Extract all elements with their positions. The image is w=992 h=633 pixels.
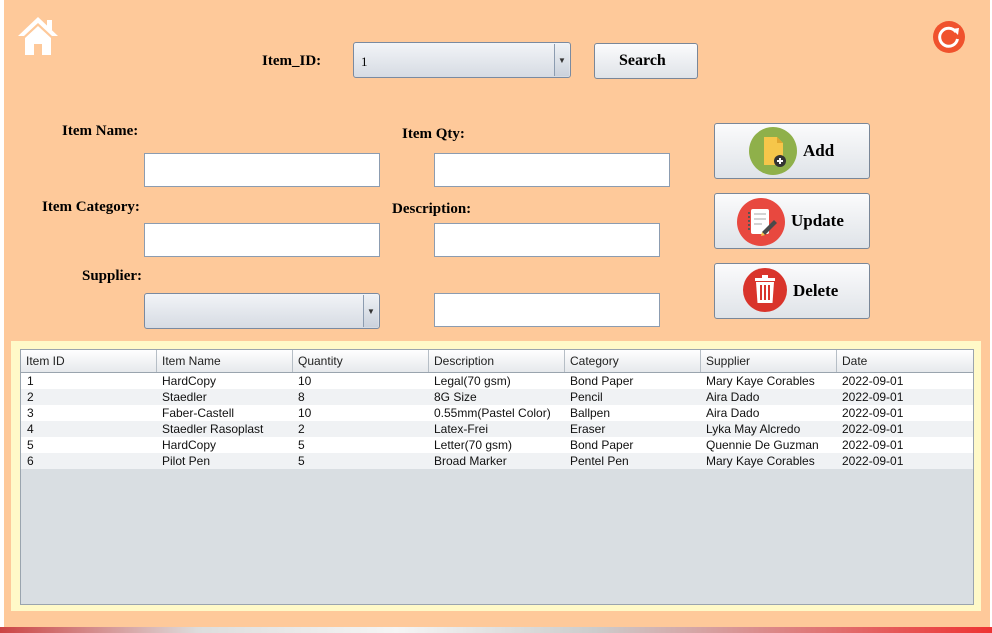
item-qty-field[interactable] — [434, 153, 670, 187]
table-row[interactable]: 2 Staedler 8 8G Size Pencil Aira Dado 20… — [21, 389, 973, 405]
edit-notebook-icon — [737, 198, 785, 246]
cell-item-name: HardCopy — [162, 438, 217, 452]
cell-supplier: Aira Dado — [706, 406, 760, 420]
cell-item-name: Staedler — [162, 390, 207, 404]
cell-quantity: 10 — [298, 374, 312, 388]
cell-description: 8G Size — [434, 390, 477, 404]
cell-item-id: 3 — [27, 406, 34, 420]
cell-item-name: Pilot Pen — [162, 454, 211, 468]
cell-supplier: Mary Kaye Corables — [706, 454, 815, 468]
cell-item-id: 1 — [27, 374, 34, 388]
column-header-supplier[interactable]: Supplier — [701, 350, 837, 372]
table-row[interactable]: 5 HardCopy 5 Letter(70 gsm) Bond Paper Q… — [21, 437, 973, 453]
cell-date: 2022-09-01 — [842, 422, 904, 436]
item-id-label: Item_ID: — [262, 53, 322, 69]
cell-supplier: Mary Kaye Corables — [706, 374, 815, 388]
delete-button[interactable]: Delete — [714, 263, 870, 319]
cell-category: Pencil — [570, 390, 603, 404]
desktop-edge — [0, 627, 992, 633]
cell-date: 2022-09-01 — [842, 454, 904, 468]
cell-item-id: 4 — [27, 422, 34, 436]
cell-category: Eraser — [570, 422, 606, 436]
cell-category: Bond Paper — [570, 374, 634, 388]
delete-button-label: Delete — [793, 281, 839, 300]
item-id-value: 1 — [361, 54, 368, 69]
supplier-label: Supplier: — [82, 268, 143, 284]
update-button-label: Update — [791, 211, 844, 230]
extra-field[interactable] — [434, 293, 660, 327]
table-row[interactable]: 3 Faber-Castell 10 0.55mm(Pastel Color) … — [21, 405, 973, 421]
add-file-icon — [749, 127, 797, 175]
cell-item-name: Staedler Rasoplast — [162, 422, 264, 436]
add-button[interactable]: Add — [714, 123, 870, 179]
trash-icon — [743, 268, 787, 312]
cell-item-name: Faber-Castell — [162, 406, 235, 420]
cell-date: 2022-09-01 — [842, 374, 904, 388]
cell-date: 2022-09-01 — [842, 406, 904, 420]
cell-quantity: 8 — [298, 390, 305, 404]
column-header-date[interactable]: Date — [837, 350, 973, 372]
cell-supplier: Aira Dado — [706, 390, 760, 404]
item-category-label: Item Category: — [42, 199, 140, 215]
cell-category: Ballpen — [570, 406, 611, 420]
search-button-label: Search — [619, 52, 666, 69]
item-id-select[interactable]: 1 ▼ — [353, 42, 571, 78]
column-header-description[interactable]: Description — [429, 350, 565, 372]
cell-description: Legal(70 gsm) — [434, 374, 511, 388]
description-label: Description: — [392, 201, 472, 217]
table-row[interactable]: 1 HardCopy 10 Legal(70 gsm) Bond Paper M… — [21, 373, 973, 389]
item-category-field[interactable] — [144, 223, 380, 257]
chevron-down-icon[interactable]: ▼ — [554, 44, 569, 76]
supplier-select[interactable]: ▼ — [144, 293, 380, 329]
cell-item-id: 2 — [27, 390, 34, 404]
column-header-item-name[interactable]: Item Name — [157, 350, 293, 372]
cell-category: Bond Paper — [570, 438, 634, 452]
update-button[interactable]: Update — [714, 193, 870, 249]
cell-item-id: 5 — [27, 438, 34, 452]
column-header-category[interactable]: Category — [565, 350, 701, 372]
table-row[interactable]: 6 Pilot Pen 5 Broad Marker Pentel Pen Ma… — [21, 453, 973, 469]
cell-category: Pentel Pen — [570, 454, 629, 468]
cell-quantity: 5 — [298, 438, 305, 452]
refresh-icon[interactable] — [932, 20, 966, 54]
column-header-item-id[interactable]: Item ID — [21, 350, 157, 372]
cell-description: 0.55mm(Pastel Color) — [434, 406, 551, 420]
search-button[interactable]: Search — [594, 43, 698, 79]
item-qty-label: Item Qty: — [402, 126, 465, 142]
cell-item-id: 6 — [27, 454, 34, 468]
items-table[interactable]: Item ID Item Name Quantity Description C… — [20, 349, 974, 605]
add-button-label: Add — [803, 141, 835, 160]
cell-quantity: 5 — [298, 454, 305, 468]
cell-item-name: HardCopy — [162, 374, 217, 388]
cell-supplier: Quennie De Guzman — [706, 438, 819, 452]
table-header: Item ID Item Name Quantity Description C… — [21, 350, 973, 373]
table-row[interactable]: 4 Staedler Rasoplast 2 Latex-Frei Eraser… — [21, 421, 973, 437]
cell-supplier: Lyka May Alcredo — [706, 422, 801, 436]
cell-date: 2022-09-01 — [842, 438, 904, 452]
column-header-quantity[interactable]: Quantity — [293, 350, 429, 372]
chevron-down-icon[interactable]: ▼ — [363, 295, 378, 327]
cell-description: Broad Marker — [434, 454, 507, 468]
item-name-field[interactable] — [144, 153, 380, 187]
description-field[interactable] — [434, 223, 660, 257]
cell-date: 2022-09-01 — [842, 390, 904, 404]
cell-quantity: 2 — [298, 422, 305, 436]
cell-description: Latex-Frei — [434, 422, 489, 436]
home-icon[interactable] — [16, 14, 60, 58]
cell-description: Letter(70 gsm) — [434, 438, 513, 452]
cell-quantity: 10 — [298, 406, 312, 420]
item-name-label: Item Name: — [62, 123, 139, 139]
